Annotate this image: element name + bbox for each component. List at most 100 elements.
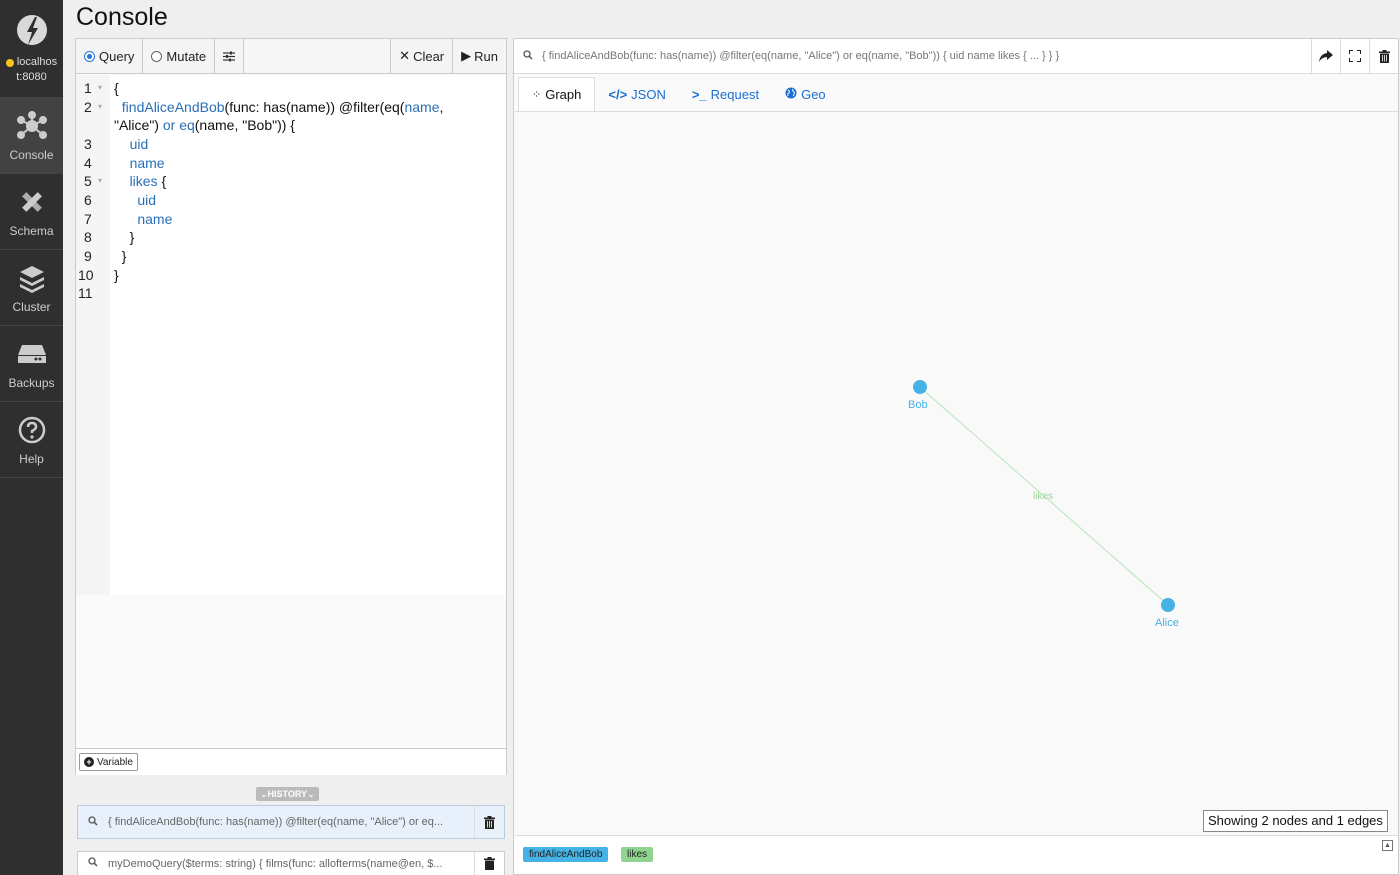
line-number: 4 (84, 155, 92, 171)
graph-node[interactable] (913, 380, 927, 394)
help-circle-icon (18, 416, 45, 444)
sliders-icon (223, 51, 236, 61)
server-port: t:8080 (16, 71, 47, 83)
code-line: name (137, 211, 173, 227)
connection-status-dot (5, 58, 14, 67)
radio-checked-icon (84, 50, 95, 62)
code-line: } (121, 248, 127, 264)
mutate-mode-radio[interactable]: Mutate (143, 39, 216, 73)
play-icon: ▶ (461, 48, 472, 63)
sidebar-item-schema[interactable]: Schema (0, 174, 63, 250)
query-mode-radio[interactable]: Query (76, 39, 144, 73)
history-toggle[interactable]: ⌄HISTORY⌄ (256, 787, 319, 801)
sidebar-item-label: Console (9, 148, 54, 162)
run-button[interactable]: ▶ Run (452, 39, 506, 73)
query-editor-pane: Query Mutate ✕ Clear ▶ Run 1 ▾ 2 ▾ 3 4 5 ▾ (75, 38, 507, 775)
radio-unchecked-icon (151, 50, 163, 62)
history-query-text: myDemoQuery($terms: string) { films(func… (108, 857, 443, 870)
trash-icon (1378, 49, 1390, 63)
fold-arrow-icon[interactable]: ▾ (98, 102, 102, 111)
code-line: name (129, 155, 165, 171)
graph-icon: ⁘ (532, 89, 542, 101)
line-number: 10 (78, 267, 94, 283)
dgraph-logo-icon (16, 15, 47, 45)
editor-toolbar: Query Mutate ✕ Clear ▶ Run (76, 39, 506, 74)
history-query-text: { findAliceAndBob(func: has(name)) @filt… (108, 816, 444, 828)
sidebar-item-help[interactable]: Help (0, 402, 63, 478)
code-line: likes { (129, 173, 167, 189)
graph-stats: Showing 2 nodes and 1 edges (1203, 810, 1388, 832)
delete-history-button[interactable] (474, 806, 504, 838)
code-line: { (114, 80, 119, 96)
chevron-down-icon: ⌄ (260, 789, 268, 799)
code-line: "Alice") or eq(name, "Bob")) { (114, 117, 295, 133)
code-line: findAliceAndBob(func: has(name)) @filter… (121, 99, 444, 115)
server-host: localhos (16, 56, 58, 68)
trash-icon (484, 857, 495, 870)
line-number-gutter: 1 ▾ 2 ▾ 3 4 5 ▾ 6 7 8 9 10 11 (76, 75, 110, 595)
fold-arrow-icon[interactable]: ▾ (98, 176, 102, 185)
line-number: 11 (78, 285, 93, 301)
legend-tag[interactable]: findAliceAndBob (523, 847, 609, 862)
line-number: 8 (84, 229, 92, 245)
sidebar-item-label: Backups (8, 376, 55, 390)
delete-result-button[interactable] (1369, 38, 1398, 74)
line-number: 1 (84, 80, 92, 96)
sidebar-item-cluster[interactable]: Cluster (0, 250, 63, 326)
sidebar-item-backups[interactable]: Backups (0, 326, 63, 402)
search-icon (514, 49, 542, 63)
close-icon: ✕ (399, 48, 411, 63)
tab-json[interactable]: </> JSON (595, 77, 678, 112)
code-icon: </> (608, 87, 628, 102)
delete-history-button[interactable] (474, 852, 504, 875)
result-pane: { findAliceAndBob(func: has(name)) @filt… (513, 38, 1399, 875)
search-icon (78, 857, 108, 870)
tab-graph[interactable]: ⁘ Graph (518, 77, 596, 112)
line-number: 5 (84, 173, 92, 189)
variables-bar: + Variable (76, 748, 506, 775)
result-query-text: { findAliceAndBob(func: has(name)) @filt… (542, 50, 1060, 62)
sidebar-item-console[interactable]: Console (0, 98, 63, 174)
fullscreen-button[interactable] (1340, 38, 1369, 74)
result-query-bar: { findAliceAndBob(func: has(name)) @filt… (514, 38, 1398, 74)
tab-geo[interactable]: Geo (772, 77, 839, 112)
sidebar-item-label: Help (19, 452, 44, 466)
code-editor[interactable]: 1 ▾ 2 ▾ 3 4 5 ▾ 6 7 8 9 10 11 { findAliceAn… (76, 75, 506, 595)
search-icon (78, 815, 108, 829)
editor-settings-button[interactable] (215, 39, 245, 73)
line-number: 7 (84, 211, 92, 227)
plus-circle-icon: + (84, 757, 94, 767)
code-line: uid (129, 136, 149, 152)
globe-icon (785, 87, 797, 102)
tab-request[interactable]: >_ Request (679, 77, 772, 112)
hard-drive-icon (17, 345, 46, 363)
clear-button[interactable]: ✕ Clear (390, 39, 453, 73)
graph-svg: likes Bob Alice (908, 380, 1179, 629)
network-icon (16, 111, 47, 139)
add-variable-button[interactable]: + Variable (79, 753, 138, 771)
line-number: 6 (84, 192, 92, 208)
terminal-icon: >_ (691, 87, 707, 102)
line-number: 3 (84, 136, 92, 152)
graph-node[interactable] (1161, 598, 1175, 612)
expand-panel-icon[interactable]: ▲ (1382, 840, 1393, 851)
graph-edge-label: likes (1033, 491, 1053, 502)
layers-icon (19, 266, 44, 293)
share-button[interactable] (1311, 38, 1340, 74)
graph-node-label: Alice (1155, 617, 1179, 629)
fold-arrow-icon[interactable]: ▾ (98, 83, 102, 92)
pencil-ruler-icon (21, 192, 42, 212)
code-line: } (114, 267, 119, 283)
sidebar: localhos t:8080 Console Schema Cluster B… (0, 0, 63, 875)
result-tabs: ⁘ Graph </> JSON >_ Request Geo (518, 77, 839, 112)
legend-tag[interactable]: likes (621, 847, 654, 862)
code-line: } (129, 229, 135, 245)
sidebar-item-label: Schema (9, 224, 54, 238)
line-number: 9 (84, 248, 92, 264)
history-item[interactable]: { findAliceAndBob(func: has(name)) @filt… (77, 805, 505, 839)
graph-canvas[interactable]: likes Bob Alice (515, 111, 1398, 834)
share-arrow-icon (1319, 50, 1333, 62)
expand-icon (1349, 50, 1361, 62)
history-item[interactable]: myDemoQuery($terms: string) { films(func… (77, 851, 505, 875)
graph-node-label: Bob (908, 399, 928, 411)
